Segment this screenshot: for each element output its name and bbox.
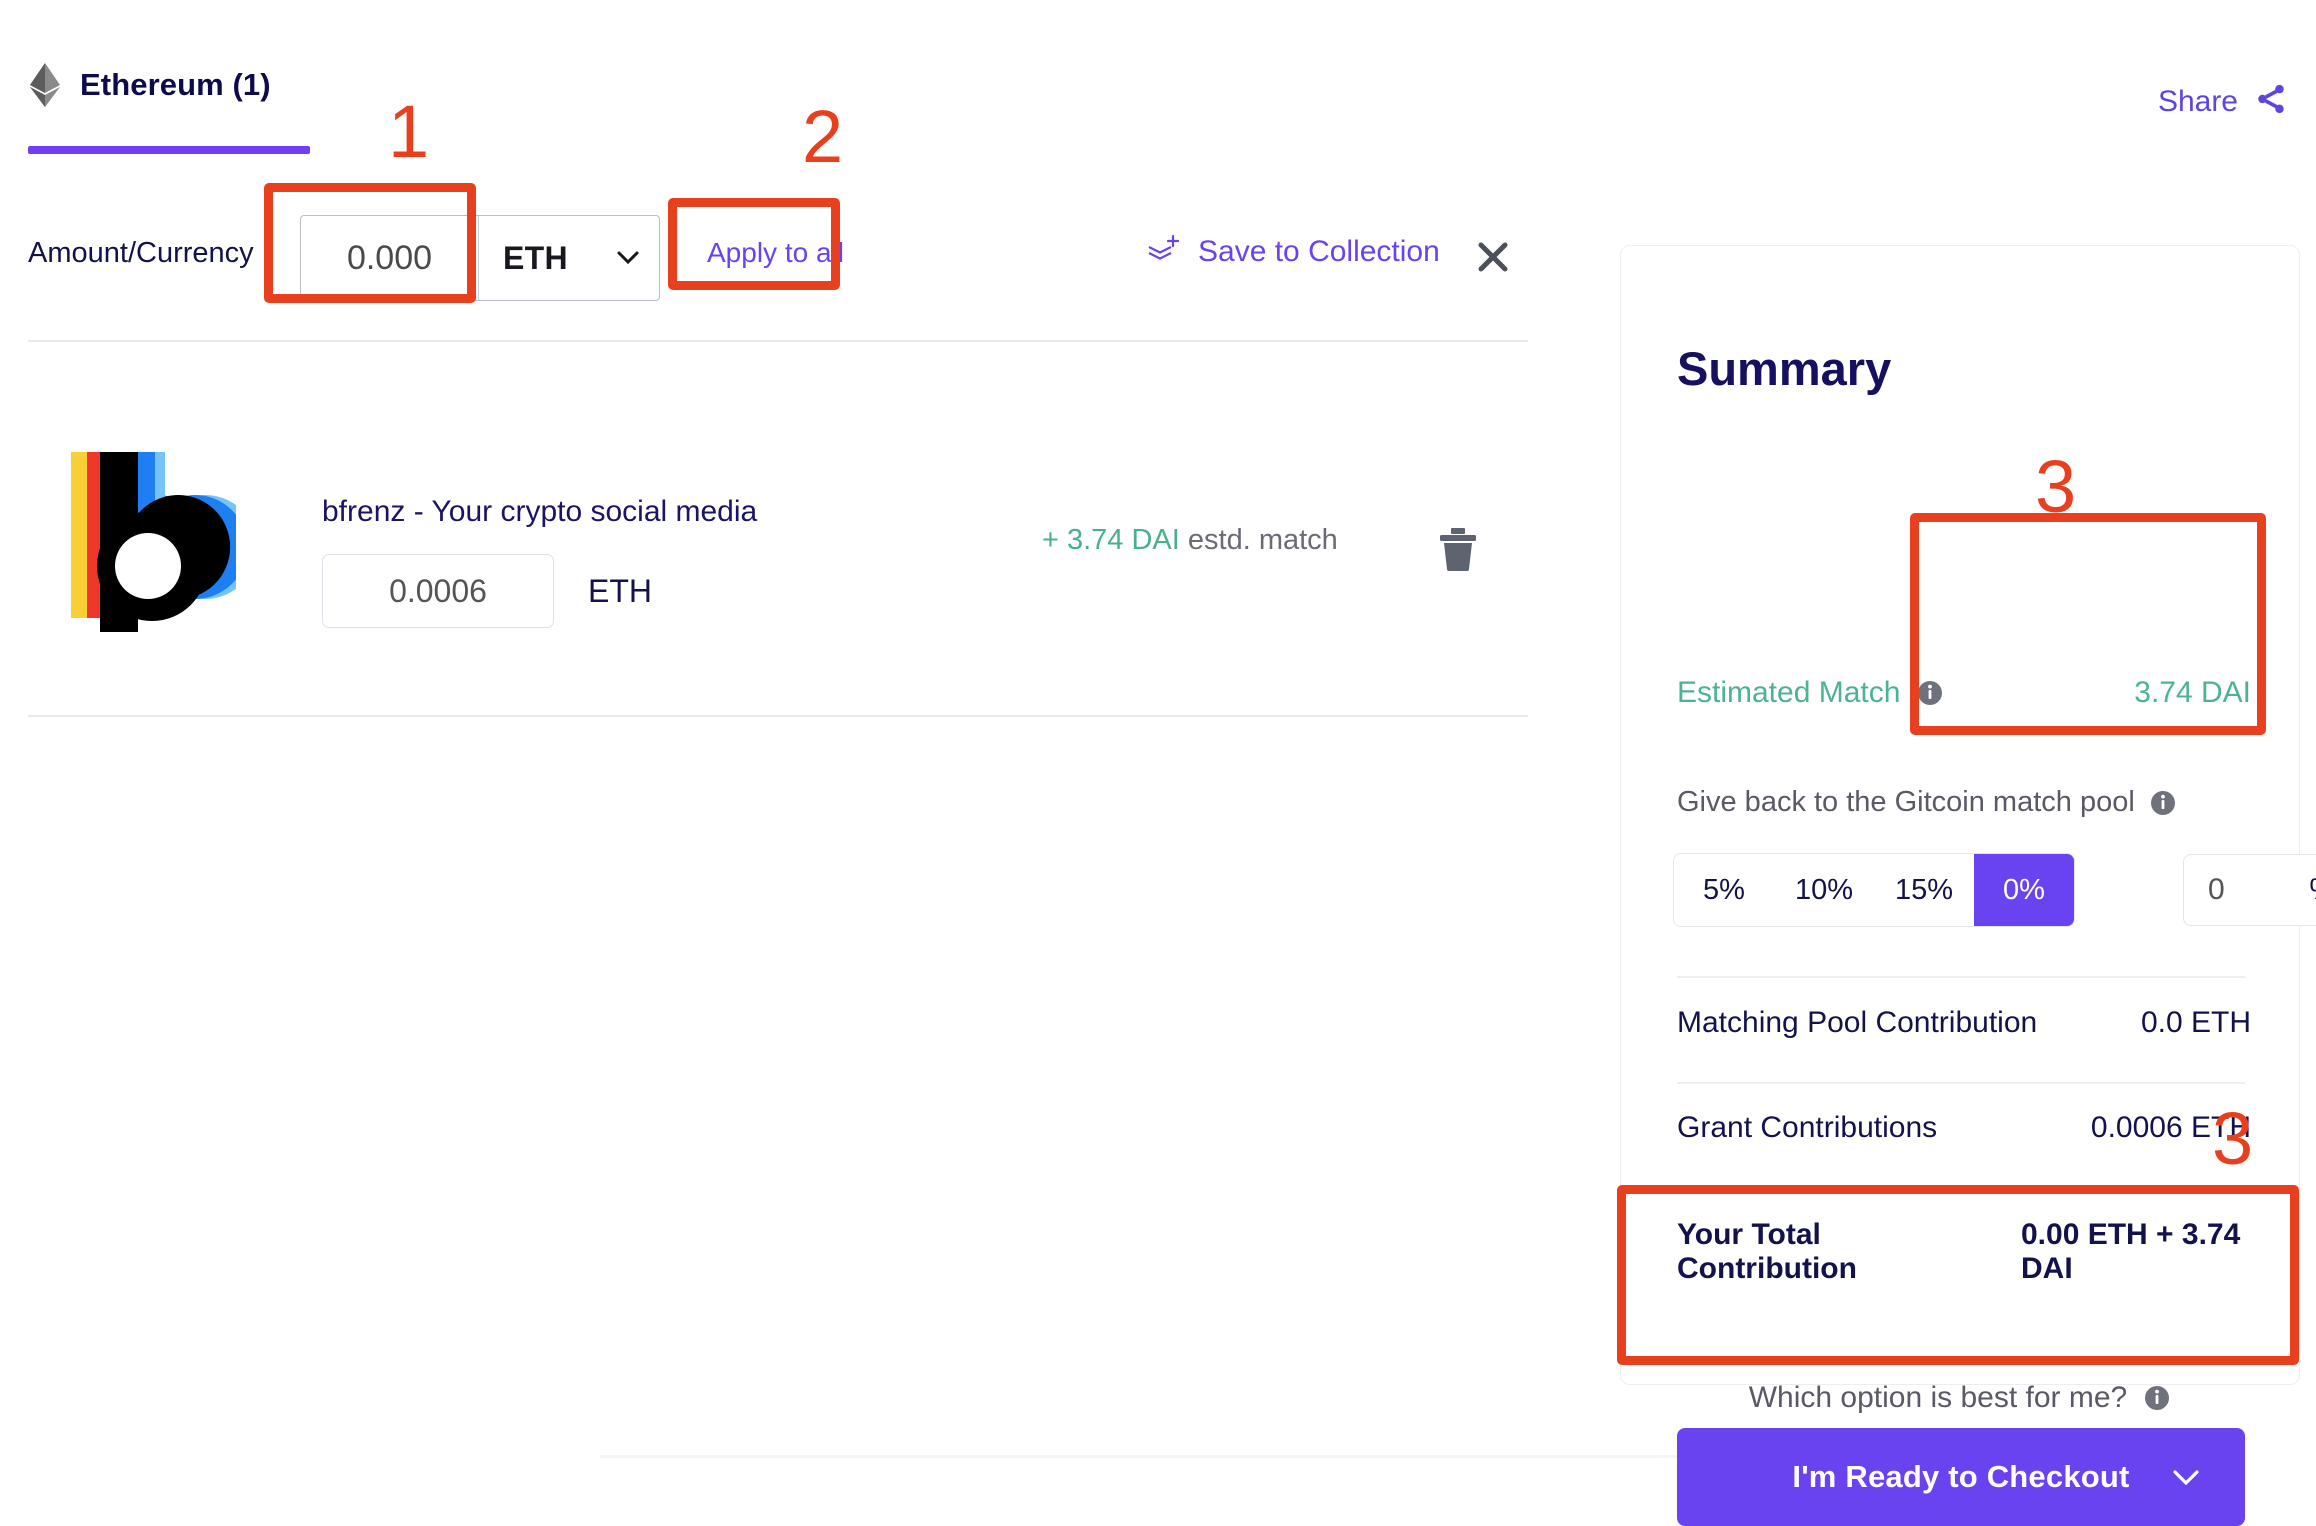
summary-row-value: 0.0006 ETH	[2090, 1111, 2251, 1144]
summary-divider-3	[1677, 1188, 2245, 1190]
chevron-down-icon	[617, 251, 639, 265]
tab-ethereum-label: Ethereum (1)	[80, 67, 271, 102]
close-icon[interactable]	[1473, 237, 1513, 277]
info-icon[interactable]	[2143, 1384, 2171, 1412]
grant-match-suffix: estd. match	[1187, 524, 1338, 556]
summary-divider-1	[1677, 976, 2245, 978]
summary-total-label: Your Total Contribution	[1677, 1218, 1857, 1285]
tab-ethereum[interactable]: Ethereum (1)	[28, 62, 271, 108]
share-button[interactable]: Share	[2158, 82, 2288, 121]
summary-row-grant-contributions: Grant Contributions 0.0006 ETH	[1677, 1111, 2251, 1145]
summary-row-label: Matching Pool Contribution	[1677, 1006, 2038, 1039]
share-icon	[2254, 82, 2288, 121]
grant-title[interactable]: bfrenz - Your crypto social media	[322, 495, 757, 529]
give-back-text: Give back to the Gitcoin match pool	[1677, 786, 2135, 818]
percent-option-15[interactable]: 15%	[1874, 854, 1974, 926]
grant-match-amount: + 3.74 DAI	[1042, 524, 1180, 556]
percent-option-10[interactable]: 10%	[1774, 854, 1874, 926]
grant-amount-wrap: ETH	[322, 554, 652, 628]
summary-row-value: 0.0 ETH	[2140, 1006, 2251, 1039]
save-to-collection-button[interactable]: Save to Collection	[1146, 233, 1440, 270]
which-option-help[interactable]: Which option is best for me?	[1621, 1381, 2299, 1415]
info-icon[interactable]	[2149, 789, 2177, 817]
percent-button-group: 5% 10% 15% 0%	[1673, 853, 2075, 927]
chevron-down-icon[interactable]	[2173, 1470, 2199, 1486]
chain-tabbar: Ethereum (1)	[28, 62, 2288, 154]
bulk-amount-input[interactable]	[301, 216, 479, 300]
summary-total-value: 0.00 ETH + 3.74 DAI	[2021, 1218, 2241, 1285]
summary-row-label: Grant Contributions	[1677, 1111, 1938, 1144]
estimated-match-label: Estimated Match	[1677, 676, 1944, 710]
grant-logo-bfrenz	[40, 438, 258, 634]
summary-title: Summary	[1677, 342, 1892, 395]
currency-select-value: ETH	[503, 239, 568, 276]
which-option-text: Which option is best for me?	[1748, 1381, 2128, 1414]
summary-row-matching-pool: Matching Pool Contribution 0.0 ETH	[1677, 1006, 2251, 1040]
checkout-button-label: I'm Ready to Checkout	[1792, 1459, 2130, 1494]
save-collection-icon	[1146, 233, 1180, 270]
share-label: Share	[2157, 84, 2238, 118]
give-back-label: Give back to the Gitcoin match pool	[1677, 786, 2177, 819]
percent-option-5[interactable]: 5%	[1674, 854, 1774, 926]
estimated-match-text: Estimated Match	[1677, 676, 1901, 709]
checkout-button[interactable]: I'm Ready to Checkout	[1677, 1428, 2245, 1526]
percent-symbol: %	[2309, 873, 2316, 907]
grant-estimated-match: + 3.74 DAI estd. match	[1042, 524, 1338, 557]
percent-custom-input-box: %	[2183, 854, 2316, 926]
divider-bottom	[28, 715, 1528, 717]
amount-currency-input-group: ETH	[300, 215, 660, 301]
grant-amount-input[interactable]	[322, 554, 554, 628]
percent-custom-input[interactable]	[2208, 873, 2278, 907]
ethereum-icon	[28, 62, 62, 108]
grants-checkout-page: Ethereum (1) Share Amount/Currency ETH A…	[0, 0, 2316, 1526]
estimated-match-value: 3.74 DAI	[2134, 676, 2251, 709]
apply-to-all-button[interactable]: Apply to all	[707, 237, 844, 269]
give-back-percent-controls: 5% 10% 15% 0% %	[1673, 853, 2316, 927]
percent-option-0-selected[interactable]: 0%	[1974, 854, 2074, 926]
summary-divider-2	[1677, 1082, 2245, 1084]
summary-card: Summary Estimated Match 3.74 DAI Give ba…	[1620, 245, 2316, 1526]
grant-row: bfrenz - Your crypto social media ETH	[40, 418, 1520, 698]
divider-top	[28, 340, 1528, 342]
summary-row-total: Your Total Contribution 0.00 ETH + 3.74 …	[1677, 1218, 2251, 1286]
save-to-collection-label: Save to Collection	[1198, 234, 1440, 268]
trash-icon[interactable]	[1437, 526, 1479, 572]
grant-currency-label: ETH	[588, 572, 652, 609]
tab-active-underline	[28, 146, 310, 154]
currency-select[interactable]: ETH	[479, 216, 659, 300]
amount-currency-label: Amount/Currency	[28, 237, 254, 269]
info-icon[interactable]	[1916, 679, 1944, 707]
